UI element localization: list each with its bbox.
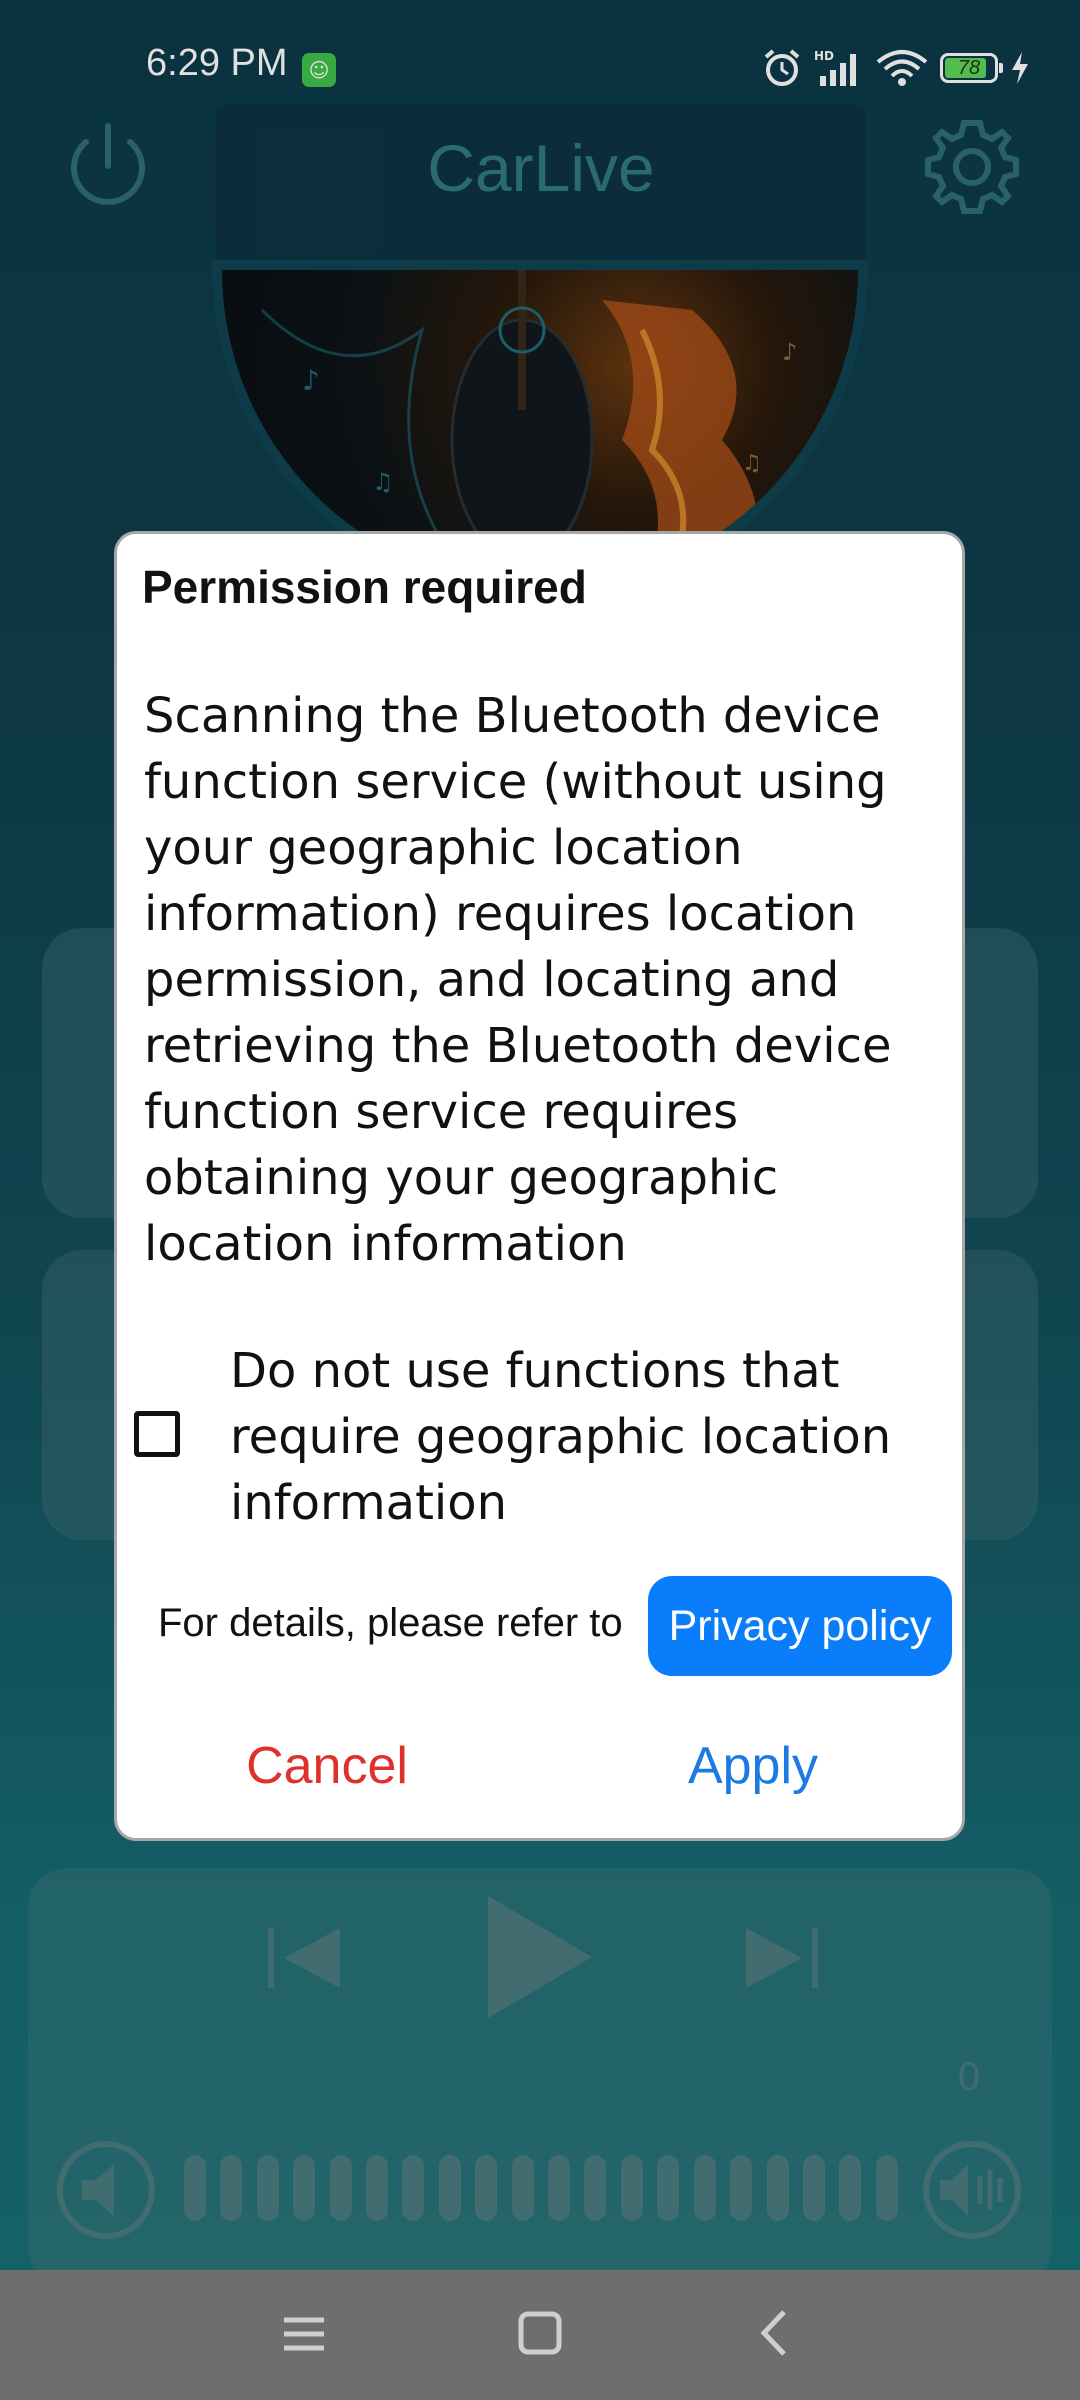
- apply-button[interactable]: Apply: [598, 1730, 908, 1802]
- dialog-title: Permission required: [142, 561, 587, 613]
- checkbox-label[interactable]: Do not use functions that require geogra…: [230, 1338, 920, 1536]
- cancel-button[interactable]: Cancel: [170, 1730, 484, 1802]
- dialog-message: Scanning the Bluetooth device function s…: [144, 688, 892, 1272]
- privacy-policy-button[interactable]: Privacy policy: [648, 1576, 952, 1676]
- location-opt-out-checkbox[interactable]: [134, 1411, 180, 1457]
- home-icon[interactable]: [517, 2310, 563, 2356]
- details-text: For details, please refer to: [158, 1601, 623, 1645]
- back-icon[interactable]: [754, 2308, 794, 2358]
- menu-icon[interactable]: [280, 2310, 328, 2358]
